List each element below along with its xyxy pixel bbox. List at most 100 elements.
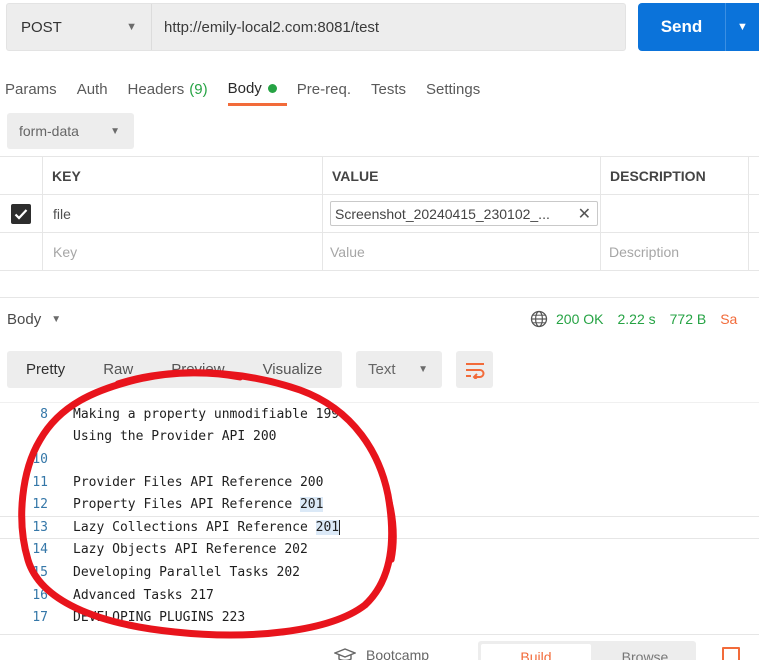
value-placeholder-input[interactable]: Value: [323, 233, 601, 270]
code-line: 16 Advanced Tasks 217: [0, 584, 759, 607]
save-response-button[interactable]: Sa: [720, 311, 737, 327]
line-text: Provider Files API Reference 200: [73, 474, 324, 490]
tab-label: Params: [5, 80, 57, 98]
chevron-down-icon: ▼: [418, 364, 428, 375]
tab-prereq[interactable]: Pre-req.: [297, 75, 361, 103]
tab-label: Headers: [127, 80, 185, 98]
wrap-lines-icon: [465, 362, 484, 379]
line-number: 16: [32, 587, 48, 603]
response-view-tabs: Pretty Raw Preview Visualize: [7, 351, 342, 388]
line-number: 15: [32, 564, 48, 580]
request-bar: POST ▼ http://emily-local2.com:8081/test: [6, 3, 626, 51]
active-dot-icon: [267, 83, 277, 93]
browse-mode-button[interactable]: Browse: [594, 641, 696, 660]
tab-params[interactable]: Params: [5, 75, 67, 103]
description-placeholder-input[interactable]: Description: [601, 233, 749, 270]
file-chip[interactable]: Screenshot_20240415_230102_... ✕: [330, 201, 598, 226]
line-number: 11: [32, 474, 48, 490]
mode-toggle: Build Browse: [478, 641, 696, 660]
file-name: Screenshot_20240415_230102_...: [335, 205, 550, 222]
status-badge[interactable]: 200 OK: [556, 311, 603, 327]
tab-auth[interactable]: Auth: [77, 75, 118, 103]
chevron-down-icon: ▼: [126, 21, 137, 33]
body-type-select[interactable]: form-data ▼: [7, 113, 134, 149]
status-bar: Bootcamp Build Browse: [0, 634, 759, 660]
code-line: 14 Lazy Objects API Reference 202: [0, 539, 759, 562]
response-title: Body: [7, 310, 42, 328]
divider: [0, 297, 759, 298]
check-icon: [14, 208, 28, 220]
line-text-main: Lazy Collections API Reference: [73, 519, 316, 535]
send-button-group: Send ▼: [638, 3, 759, 51]
row-enabled-checkbox[interactable]: [11, 203, 31, 224]
close-icon[interactable]: ✕: [578, 204, 591, 224]
body-type-label: form-data: [19, 123, 79, 139]
line-number: 8: [40, 406, 48, 422]
format-select[interactable]: Text ▼: [356, 351, 442, 388]
view-tab-visualize[interactable]: Visualize: [244, 361, 342, 378]
response-time[interactable]: 2.22 s: [617, 311, 655, 327]
request-tabs: Params Auth Headers (9) Body Pre-req. Tes…: [5, 75, 500, 106]
send-options-chevron-down-icon[interactable]: ▼: [725, 3, 759, 51]
tab-label: Settings: [426, 80, 481, 98]
line-text: Developing Parallel Tasks 202: [73, 564, 300, 580]
wrap-lines-button[interactable]: [456, 351, 493, 388]
tab-label: Body: [227, 79, 262, 97]
column-header-value: VALUE: [323, 157, 601, 194]
tab-label: Tests: [370, 80, 406, 98]
bootcamp-label: Bootcamp: [366, 647, 430, 660]
response-meta: 200 OK 2.22 s 772 B Sa: [530, 308, 737, 330]
column-header-description: DESCRIPTION: [601, 157, 749, 194]
code-line: 11 Provider Files API Reference 200: [0, 471, 759, 494]
row-value-cell: Screenshot_20240415_230102_... ✕: [323, 195, 601, 232]
tab-headers[interactable]: Headers (9): [128, 75, 218, 103]
bootcamp-link[interactable]: Bootcamp: [334, 647, 429, 660]
row-key-input[interactable]: file: [43, 195, 323, 232]
line-number: 10: [32, 451, 48, 467]
bootcamp-icon: [334, 648, 356, 660]
column-header-key: KEY: [43, 157, 323, 194]
line-text: Property Files API Reference 201: [48, 497, 324, 513]
text-caret: [339, 519, 341, 535]
tab-label: Auth: [76, 80, 108, 98]
line-text: Advanced Tasks 217: [73, 587, 214, 603]
code-line: 17 DEVELOPING PLUGINS 223: [0, 606, 759, 629]
header-spacer: [0, 157, 43, 194]
view-tab-pretty[interactable]: Pretty: [7, 361, 84, 378]
row-checkbox-cell: [0, 195, 43, 232]
key-placeholder-input[interactable]: Key: [43, 233, 323, 270]
tab-settings[interactable]: Settings: [426, 75, 490, 103]
tab-label: Pre-req.: [296, 80, 351, 98]
line-number: 14: [32, 542, 48, 558]
code-line: 10: [0, 448, 759, 471]
code-line: 15 Developing Parallel Tasks 202: [0, 561, 759, 584]
view-tab-preview[interactable]: Preview: [152, 361, 243, 378]
code-line: 12 Property Files API Reference 201: [0, 493, 759, 516]
row-checkbox-cell: [0, 233, 43, 270]
line-text-main: Property Files API Reference: [73, 497, 300, 513]
line-number: 17: [32, 610, 48, 626]
line-text: Using the Provider API 200: [73, 429, 277, 445]
response-section-toggle[interactable]: Body ▼: [7, 308, 61, 330]
method-select[interactable]: POST ▼: [7, 4, 152, 50]
send-button[interactable]: Send: [638, 3, 725, 51]
tab-body[interactable]: Body: [227, 75, 287, 106]
form-data-table: KEY VALUE DESCRIPTION file Screenshot_20…: [0, 156, 759, 271]
line-text: Lazy Objects API Reference 202: [73, 542, 308, 558]
url-input[interactable]: http://emily-local2.com:8081/test: [152, 19, 379, 36]
response-body-code[interactable]: 8 Making a property unmodifiable 199 Usin…: [0, 402, 759, 634]
panel-icon[interactable]: [722, 647, 740, 660]
code-line: 8 Making a property unmodifiable 199: [0, 403, 759, 426]
highlight-match: 201: [315, 519, 340, 535]
line-text: DEVELOPING PLUGINS 223: [73, 610, 246, 626]
line-text: Lazy Collections API Reference 201: [48, 519, 341, 535]
build-mode-button[interactable]: Build: [481, 644, 591, 660]
tab-tests[interactable]: Tests: [371, 75, 416, 103]
line-text: Making a property unmodifiable 199: [73, 406, 340, 422]
row-description-input[interactable]: [601, 195, 749, 232]
globe-icon[interactable]: [530, 310, 548, 328]
method-label: POST: [21, 18, 62, 36]
view-tab-raw[interactable]: Raw: [84, 361, 152, 378]
chevron-down-icon: ▼: [110, 125, 120, 137]
response-size[interactable]: 772 B: [670, 311, 707, 327]
